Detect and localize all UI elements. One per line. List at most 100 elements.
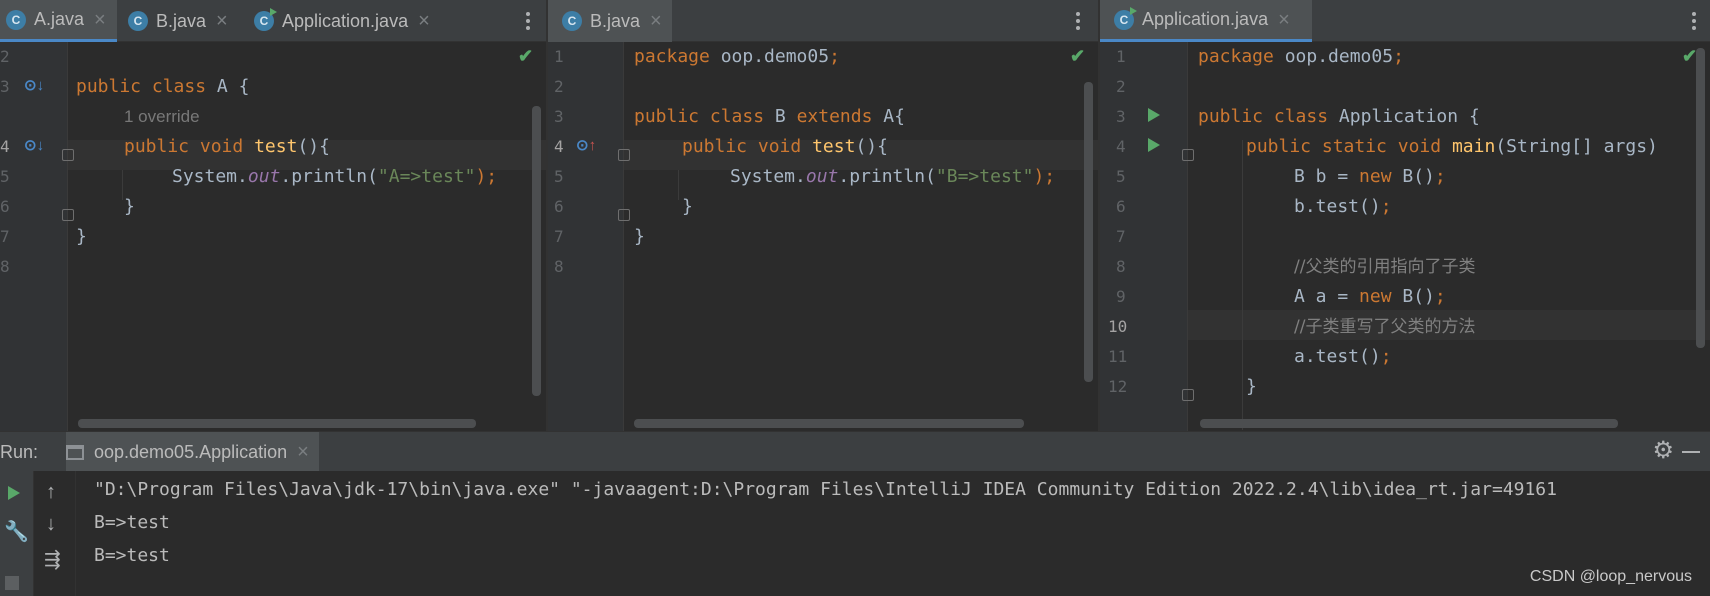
line-number: 9 <box>1116 287 1126 306</box>
line-number: 10 <box>1108 317 1128 336</box>
code-editor[interactable]: 2 3 4 5 6 7 8 ⊙↓ ⊙↓ ✔ public class A { 1… <box>0 42 546 431</box>
watermark: CSDN @loop_nervous <box>1529 568 1692 585</box>
line-number: 4 <box>1116 137 1126 156</box>
line-number: 12 <box>1108 377 1128 396</box>
run-class-icon[interactable] <box>1148 108 1160 122</box>
line-number: 6 <box>0 197 10 216</box>
vertical-scrollbar[interactable] <box>532 106 541 396</box>
line-number: 8 <box>0 257 10 276</box>
code-line-9: A a = new B(); <box>1294 286 1446 307</box>
code-line-7: } <box>634 226 645 247</box>
code-line-7: } <box>76 226 87 247</box>
run-config-tab[interactable]: oop.demo05.Application × <box>66 432 319 472</box>
more-options-icon[interactable] <box>518 0 538 42</box>
code-line-1: package oop.demo05; <box>1198 46 1404 67</box>
line-number: 4 <box>0 137 10 156</box>
gear-icon[interactable]: ⚙ <box>1652 436 1674 465</box>
fold-marker-icon[interactable] <box>1182 389 1194 401</box>
tab-application-java[interactable]: C Application.java × <box>254 0 454 42</box>
code-line-3: public class B extends A{ <box>634 106 905 127</box>
tab-a-java[interactable]: C A.java × <box>0 0 117 42</box>
close-icon[interactable]: × <box>1278 10 1290 30</box>
console-output-line: B=>test <box>94 512 170 533</box>
overriding-method-icon[interactable]: ⊙↑ <box>576 136 596 154</box>
close-icon[interactable]: × <box>216 11 228 31</box>
soft-wrap-icon[interactable]: ⇶ <box>44 547 61 572</box>
line-number: 5 <box>0 167 10 186</box>
line-number: 2 <box>554 77 564 96</box>
fold-marker-icon[interactable] <box>618 149 630 161</box>
arrow-up-icon[interactable]: ↑ <box>46 481 56 504</box>
tab-b-java[interactable]: C B.java × <box>128 0 243 42</box>
code-line-10-comment: //子类重写了父类的方法 <box>1294 317 1476 337</box>
line-number: 8 <box>1116 257 1126 276</box>
more-options-icon[interactable] <box>1068 0 1088 42</box>
minimize-icon[interactable] <box>1682 451 1700 453</box>
rerun-icon[interactable] <box>8 486 20 500</box>
horizontal-scrollbar[interactable] <box>78 419 476 428</box>
fold-marker-icon[interactable] <box>618 209 630 221</box>
overridden-method-icon[interactable]: ⊙↓ <box>24 136 44 154</box>
editor-tab-bar: C A.java × C B.java × C Application.java… <box>0 0 546 42</box>
tab-b-java[interactable]: C B.java × <box>548 0 672 42</box>
code-line-6: } <box>124 196 135 217</box>
code-line-6: } <box>682 196 693 217</box>
wrench-icon[interactable]: 🔧 <box>4 519 29 544</box>
horizontal-scrollbar[interactable] <box>1200 419 1618 428</box>
run-main-icon[interactable] <box>1148 138 1160 152</box>
tab-label: Application.java <box>1142 9 1269 29</box>
close-icon[interactable]: × <box>297 441 309 464</box>
tab-application-java[interactable]: C Application.java × <box>1100 0 1312 42</box>
runnable-class-icon: C <box>254 8 277 31</box>
no-problems-check-icon[interactable]: ✔ <box>1682 46 1697 67</box>
arrow-down-icon[interactable]: ↓ <box>46 513 56 536</box>
code-line-12: } <box>1246 376 1257 397</box>
close-icon[interactable]: × <box>418 11 430 31</box>
editor-tab-bar: C Application.java × <box>1100 0 1710 42</box>
line-number: 1 <box>1116 47 1126 66</box>
class-icon: C <box>128 11 148 31</box>
no-problems-check-icon[interactable]: ✔ <box>1070 46 1085 67</box>
horizontal-scrollbar[interactable] <box>634 419 1024 428</box>
console-toolbar: ↑ ↓ ⇶ <box>34 471 76 596</box>
overridden-method-icon[interactable]: ⊙↓ <box>24 76 44 94</box>
run-console: 🔧 ↑ ↓ ⇶ "D:\Program Files\Java\jdk-17\bi… <box>0 471 1710 596</box>
stop-icon[interactable] <box>5 576 19 590</box>
tab-label: Application.java <box>282 10 409 31</box>
tab-label: A.java <box>34 9 85 29</box>
more-options-icon[interactable] <box>1684 0 1704 42</box>
fold-marker-icon[interactable] <box>1182 149 1194 161</box>
vertical-scrollbar[interactable] <box>1696 48 1705 348</box>
code-editor[interactable]: 1 2 3 4 5 6 7 8 9 10 11 12 ✔ package oop… <box>1100 42 1710 431</box>
code-line-5: B b = new B(); <box>1294 166 1446 187</box>
code-line-3: public class A { <box>76 76 250 97</box>
line-number: 4 <box>554 137 564 156</box>
line-number: 1 <box>554 47 564 66</box>
fold-marker-icon[interactable] <box>62 149 74 161</box>
editor-pane-application: C Application.java × 1 2 3 4 5 6 7 8 9 1… <box>1100 0 1710 431</box>
code-editor[interactable]: 1 2 3 4 5 6 7 8 ⊙↑ ✔ package oop.demo05;… <box>548 42 1098 431</box>
line-number: 6 <box>1116 197 1126 216</box>
run-config-label: oop.demo05.Application <box>94 441 288 462</box>
fold-marker-icon[interactable] <box>62 209 74 221</box>
override-hint[interactable]: 1 override <box>124 102 200 132</box>
close-icon[interactable]: × <box>94 10 106 30</box>
vertical-scrollbar[interactable] <box>1084 82 1093 382</box>
code-line-5: System.out.println("B=>test"); <box>730 166 1056 187</box>
line-number: 5 <box>1116 167 1126 186</box>
line-number: 7 <box>0 227 10 246</box>
indent-guide <box>678 170 679 200</box>
code-line-4: public void test(){ <box>682 136 888 157</box>
line-number: 11 <box>1108 347 1128 366</box>
tab-label: B.java <box>156 10 207 31</box>
code-line-4: public void test(){ <box>124 136 330 157</box>
code-line-11: a.test(); <box>1294 346 1392 367</box>
no-problems-check-icon[interactable]: ✔ <box>518 46 533 67</box>
editor-pane-b: C B.java × 1 2 3 4 5 6 7 8 ⊙↑ ✔ package … <box>548 0 1098 431</box>
close-icon[interactable]: × <box>650 11 662 31</box>
line-number: 3 <box>554 107 564 126</box>
run-toolbar: 🔧 <box>0 471 34 596</box>
line-number: 6 <box>554 197 564 216</box>
class-icon: C <box>6 9 26 30</box>
line-number: 7 <box>554 227 564 246</box>
